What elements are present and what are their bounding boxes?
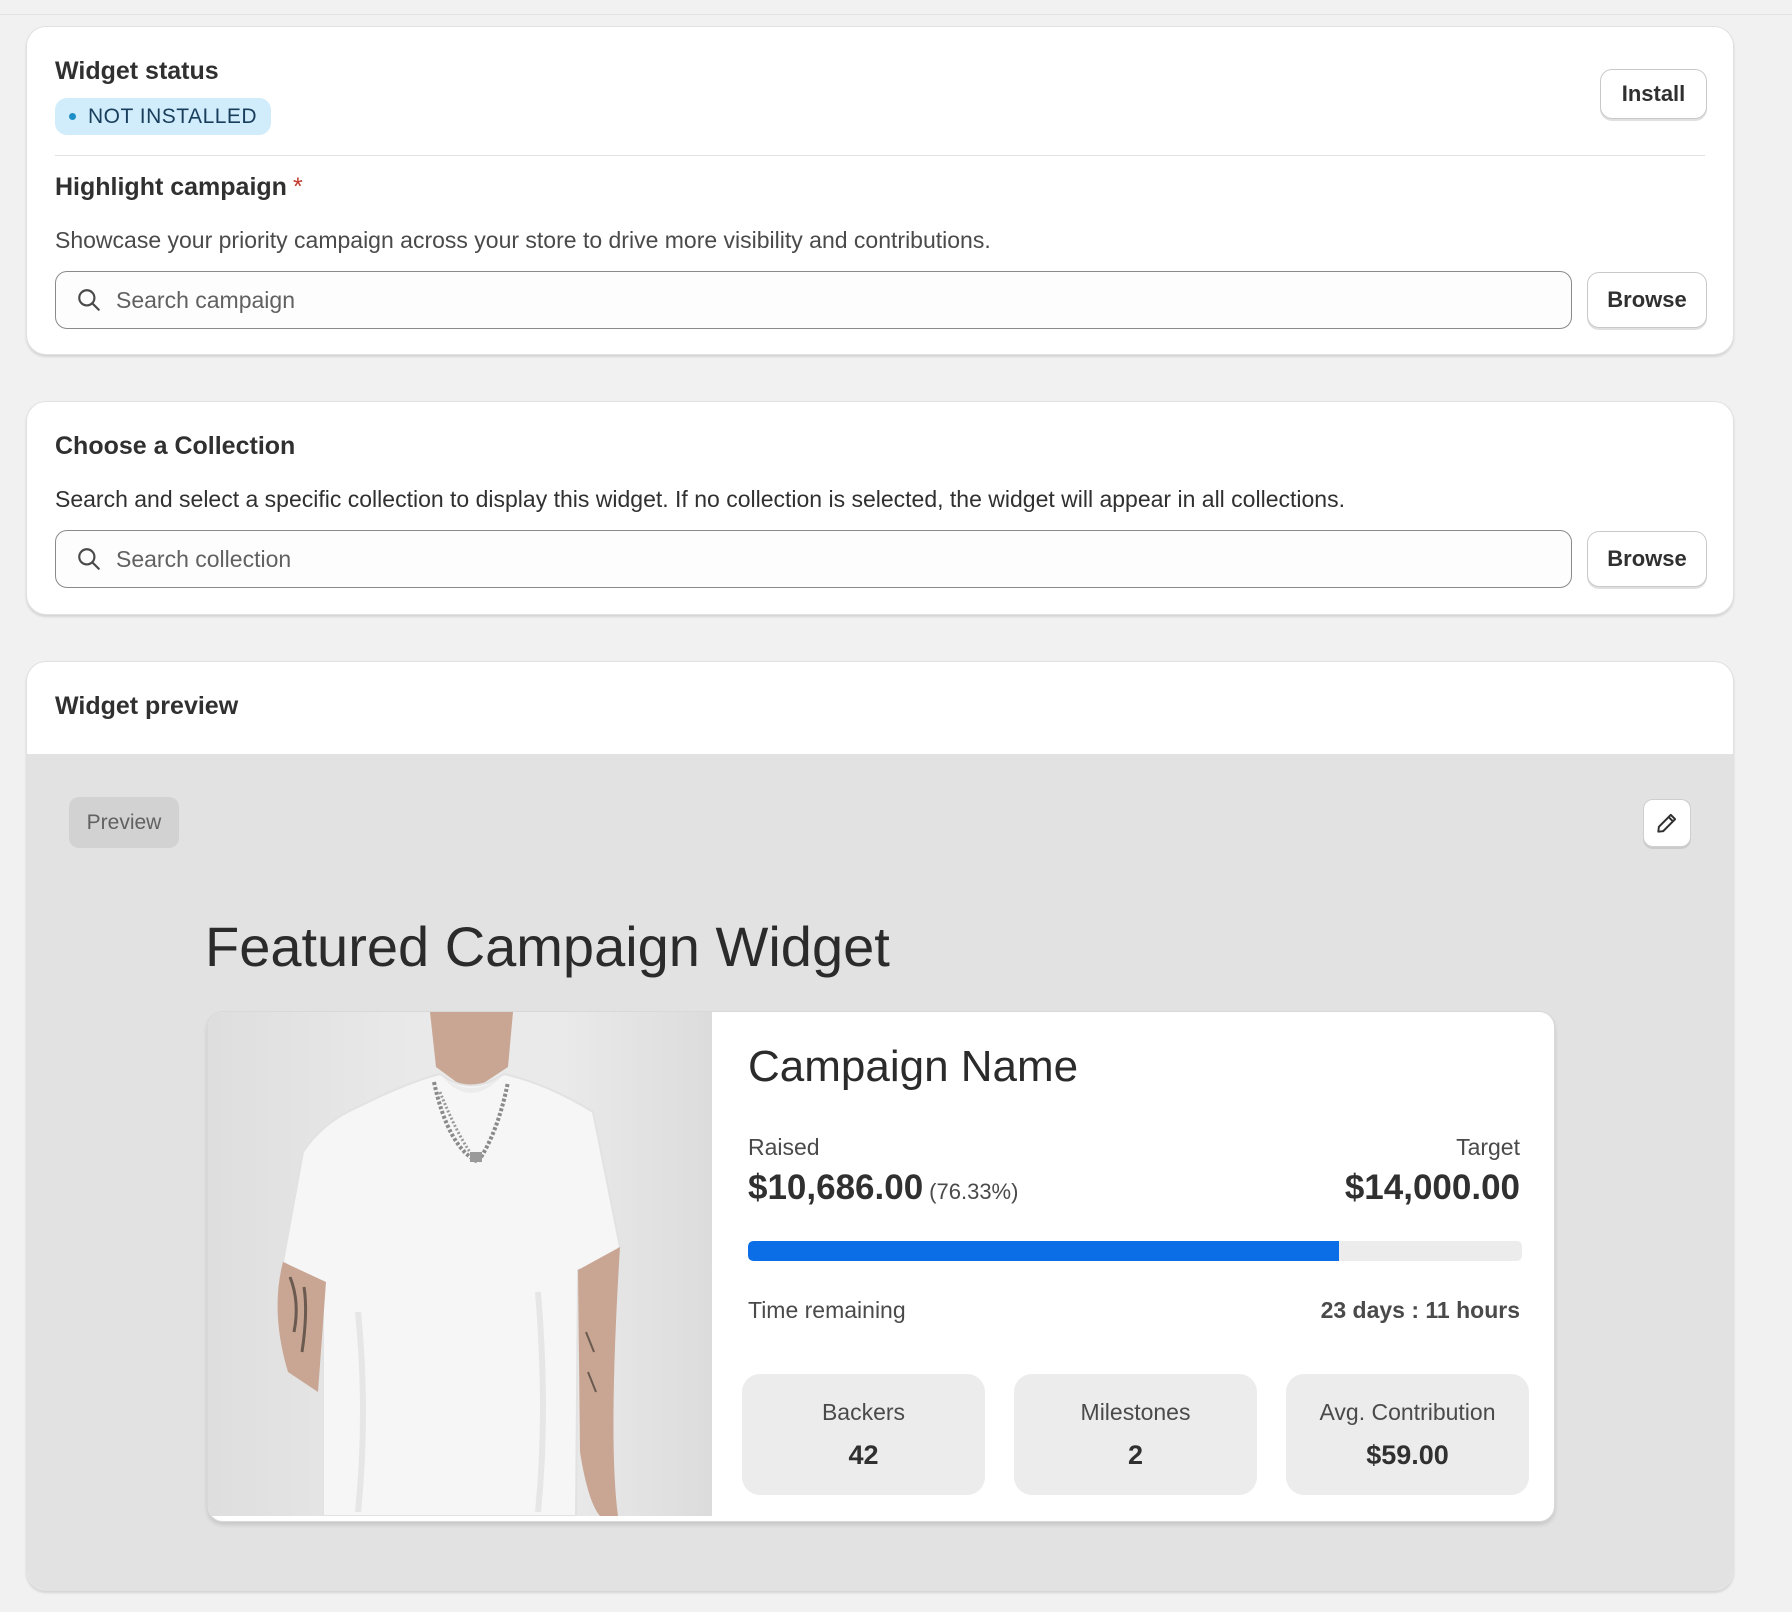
widget-status-title: Widget status xyxy=(55,57,219,85)
pencil-icon xyxy=(1657,813,1677,833)
browse-collection-button[interactable]: Browse xyxy=(1587,531,1707,587)
collection-search-input[interactable] xyxy=(116,545,1516,573)
tshirt-model-image xyxy=(277,1012,622,1516)
campaign-search-field[interactable] xyxy=(55,271,1572,329)
campaign-name: Campaign Name xyxy=(748,1042,1079,1091)
time-remaining-label: Time remaining xyxy=(748,1297,906,1323)
search-icon xyxy=(78,548,100,570)
raised-percent: (76.33%) xyxy=(929,1179,1019,1204)
highlight-campaign-title: Highlight campaign * xyxy=(55,173,303,202)
widget-preview-card: Widget preview Preview Featured Campaign… xyxy=(26,661,1734,1591)
time-remaining-value: 23 days : 11 hours xyxy=(1320,1297,1520,1323)
widget-title: Featured Campaign Widget xyxy=(205,915,890,978)
status-dot-icon xyxy=(69,113,76,120)
status-badge: NOT INSTALLED xyxy=(55,98,272,135)
edit-button[interactable] xyxy=(1643,799,1691,847)
highlight-campaign-label: Highlight campaign xyxy=(55,173,287,201)
raised-value: $10,686.00 xyxy=(748,1168,924,1207)
collection-search-field[interactable] xyxy=(55,530,1572,588)
section-divider xyxy=(55,155,1705,156)
top-divider xyxy=(0,14,1792,15)
stat-value: $59.00 xyxy=(1366,1439,1449,1470)
widget-preview-title: Widget preview xyxy=(55,692,239,720)
stat-label: Backers xyxy=(821,1398,906,1425)
raised-label: Raised xyxy=(748,1134,820,1160)
required-mark: * xyxy=(292,173,303,201)
stat-value: 2 xyxy=(1127,1439,1144,1470)
stat-avg-contribution: Avg. Contribution $59.00 xyxy=(1286,1374,1529,1495)
campaign-card: Campaign Name Raised Target $10,686.00 (7… xyxy=(207,1011,1555,1522)
preview-area: Preview Featured Campaign Widget Campaig… xyxy=(27,754,1733,1590)
stat-label: Milestones xyxy=(1080,1398,1191,1425)
target-value: $14,000.00 xyxy=(1344,1168,1520,1207)
stat-backers: Backers 42 xyxy=(742,1374,985,1495)
preview-pill: Preview xyxy=(69,797,179,848)
stat-value: 42 xyxy=(848,1439,879,1470)
collection-description: Search and select a specific collection … xyxy=(55,486,1345,512)
stat-label: Avg. Contribution xyxy=(1319,1398,1496,1425)
campaign-search-input[interactable] xyxy=(116,286,1516,314)
collection-title: Choose a Collection xyxy=(55,432,296,460)
progress-bar xyxy=(748,1241,1522,1261)
raised-amount: $10,686.00 (76.33%) xyxy=(748,1168,1018,1208)
collection-card: Choose a Collection Search and select a … xyxy=(26,401,1734,615)
install-button[interactable]: Install xyxy=(1600,69,1707,119)
widget-status-card: Widget status NOT INSTALLED Install High… xyxy=(26,26,1734,355)
search-icon xyxy=(78,289,100,311)
status-badge-label: NOT INSTALLED xyxy=(88,104,258,128)
stat-milestones: Milestones 2 xyxy=(1014,1374,1257,1495)
highlight-campaign-description: Showcase your priority campaign across y… xyxy=(55,227,991,253)
target-label: Target xyxy=(1456,1134,1520,1160)
campaign-image xyxy=(208,1012,712,1516)
browse-campaign-button[interactable]: Browse xyxy=(1587,272,1707,328)
progress-fill xyxy=(748,1241,1339,1261)
